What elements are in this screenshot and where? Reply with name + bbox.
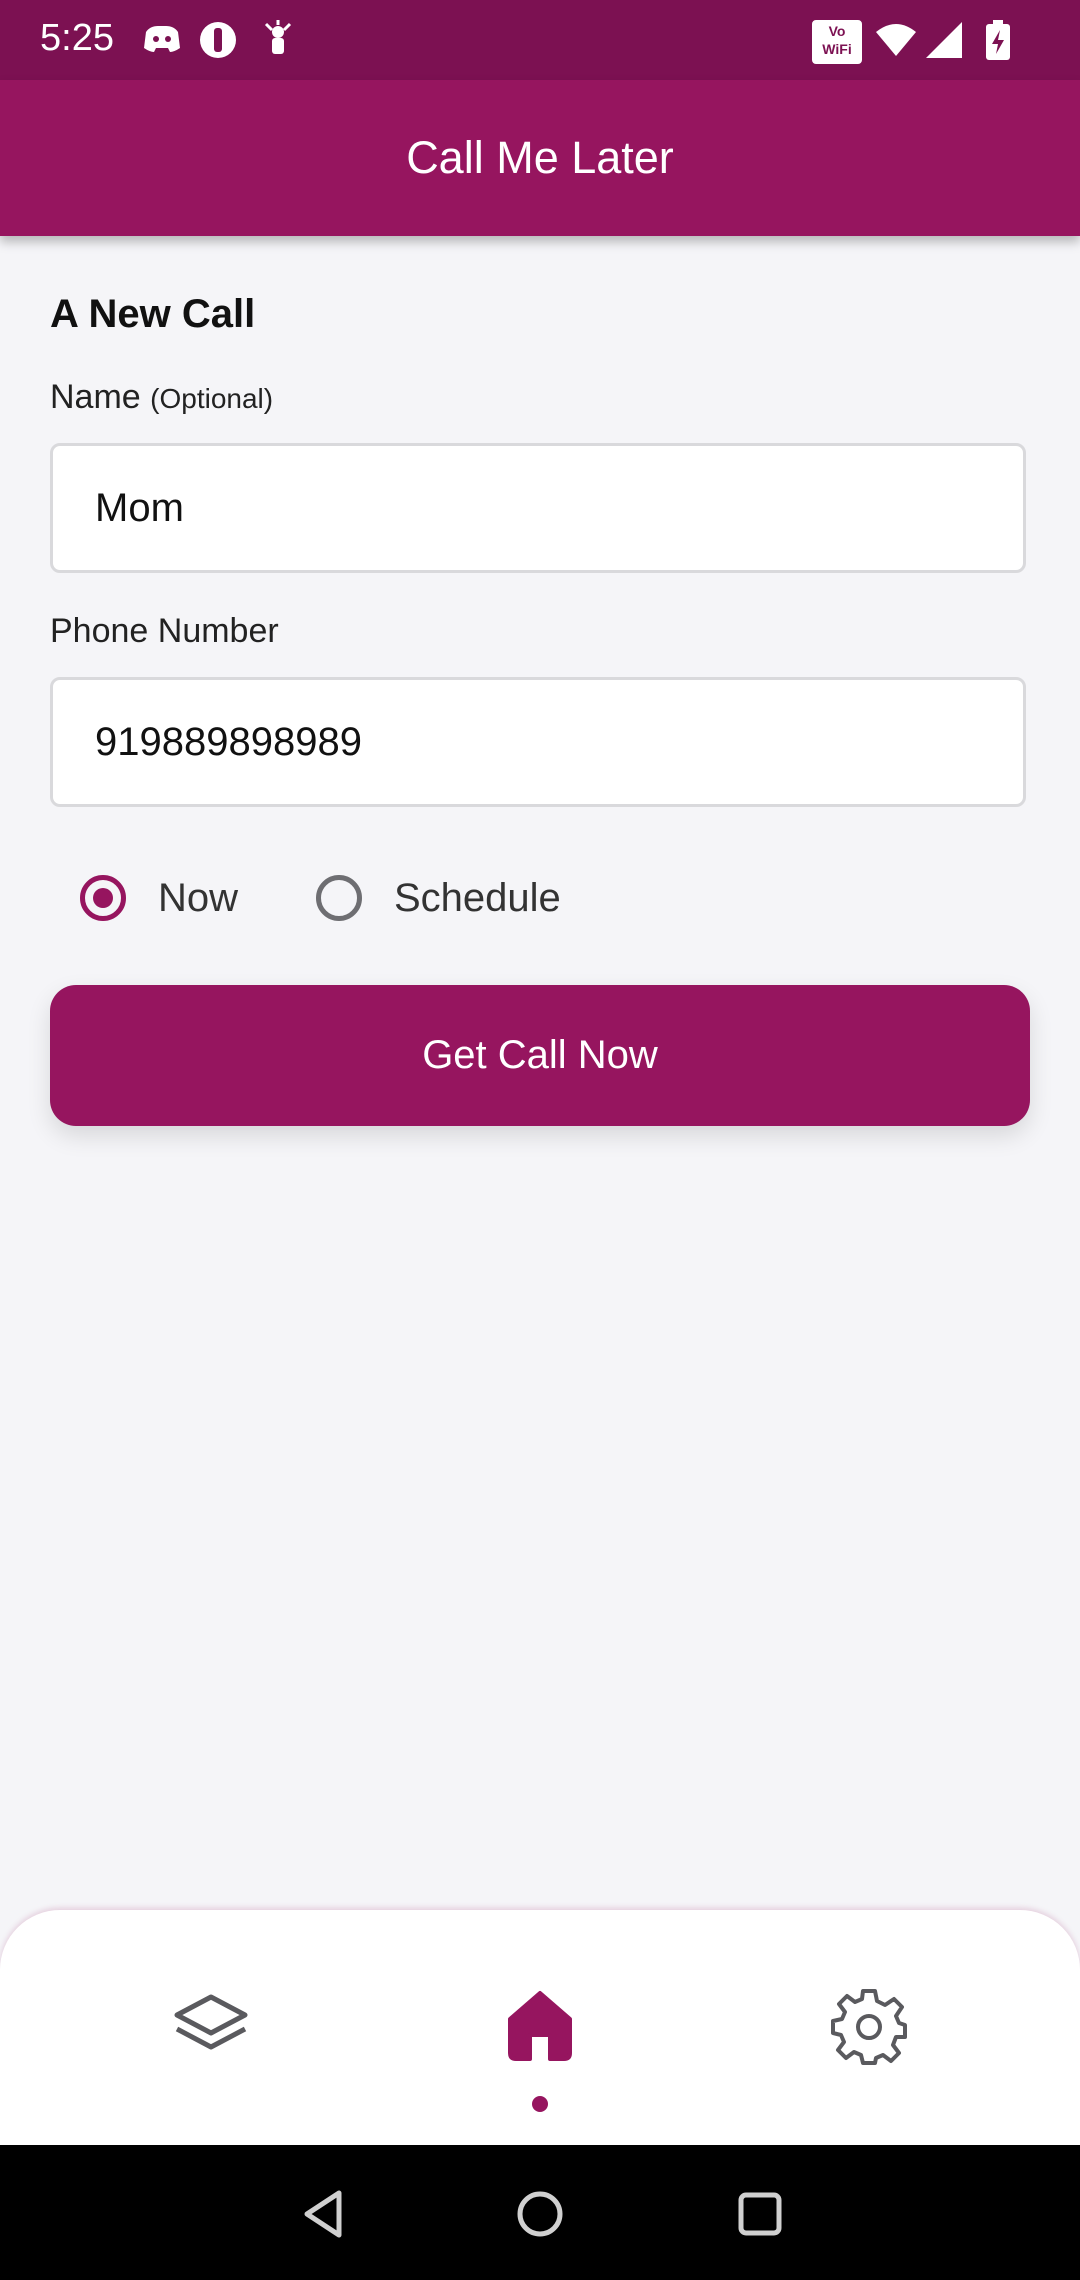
name-label: Name (Optional): [50, 378, 273, 417]
name-label-text: Name: [50, 378, 141, 416]
active-indicator: [532, 2096, 548, 2112]
optional-hint: (Optional): [150, 383, 274, 414]
gear-icon[interactable]: [829, 1985, 909, 2065]
app-icon: [200, 22, 236, 58]
vowifi-text-top: Vo: [828, 23, 846, 39]
app-title: Call Me Later: [406, 132, 674, 183]
get-call-now-button[interactable]: Get Call Now: [50, 985, 1030, 1126]
phone-label: Phone Number: [50, 612, 279, 650]
radio-schedule-indicator[interactable]: [316, 875, 362, 921]
phone-field[interactable]: [50, 677, 1026, 807]
battery-charging-icon: [986, 20, 1010, 60]
section-title: A New Call: [50, 292, 256, 336]
vowifi-text-bottom: WiFi: [822, 41, 852, 57]
name-input[interactable]: [95, 446, 975, 570]
radio-now-label: Now: [158, 875, 239, 920]
radio-now-indicator[interactable]: [80, 875, 126, 921]
wifi-icon: [876, 24, 916, 56]
system-nav-bar: [0, 2145, 1080, 2280]
notification-icon: [264, 20, 292, 54]
status-bar: 5:25 Vo WiFi: [0, 0, 1080, 80]
home-circle-icon[interactable]: [513, 2187, 567, 2241]
radio-schedule[interactable]: Schedule: [316, 868, 561, 928]
recents-icon[interactable]: [733, 2187, 787, 2241]
back-icon[interactable]: [297, 2187, 351, 2241]
vowifi-icon: Vo WiFi: [812, 20, 862, 64]
radio-now[interactable]: Now: [80, 868, 238, 928]
radio-schedule-label: Schedule: [394, 875, 561, 920]
app-bar: Call Me Later: [0, 80, 1080, 236]
discord-icon: [144, 26, 180, 52]
status-time: 5:25: [40, 17, 114, 59]
phone-input[interactable]: [95, 680, 975, 804]
home-icon[interactable]: [500, 1985, 580, 2065]
signal-icon: [926, 22, 962, 58]
name-field[interactable]: [50, 443, 1026, 573]
bottom-nav: [0, 1910, 1080, 2145]
layers-icon[interactable]: [171, 1985, 251, 2065]
